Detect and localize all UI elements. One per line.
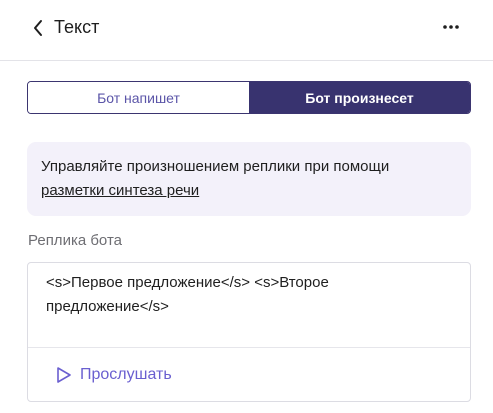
chevron-left-icon (34, 20, 42, 36)
info-text: Управляйте произношением реплики при пом… (41, 158, 390, 175)
reply-editor: <s>Первое предложение</s> <s>Второе пред… (27, 262, 471, 402)
header: Текст (0, 0, 493, 58)
mode-option-speak[interactable]: Бот произнесет (249, 82, 470, 113)
reply-label: Реплика бота (28, 232, 122, 249)
info-box: Управляйте произношением реплики при пом… (27, 142, 471, 216)
more-horizontal-icon (443, 25, 459, 29)
more-options-button[interactable] (436, 14, 466, 40)
header-divider (0, 60, 493, 61)
reply-text-input[interactable]: <s>Первое предложение</s> <s>Второе пред… (46, 271, 446, 319)
listen-label: Прослушать (80, 366, 172, 383)
listen-button[interactable]: Прослушать (56, 363, 172, 387)
page-title: Текст (54, 17, 100, 37)
mode-option-write[interactable]: Бот напишет (28, 82, 249, 113)
play-icon (57, 367, 71, 383)
back-button[interactable] (26, 14, 50, 42)
editor-divider (28, 347, 470, 348)
speech-markup-link[interactable]: разметки синтеза речи (41, 182, 199, 199)
mode-toggle: Бот напишет Бот произнесет (27, 81, 471, 114)
